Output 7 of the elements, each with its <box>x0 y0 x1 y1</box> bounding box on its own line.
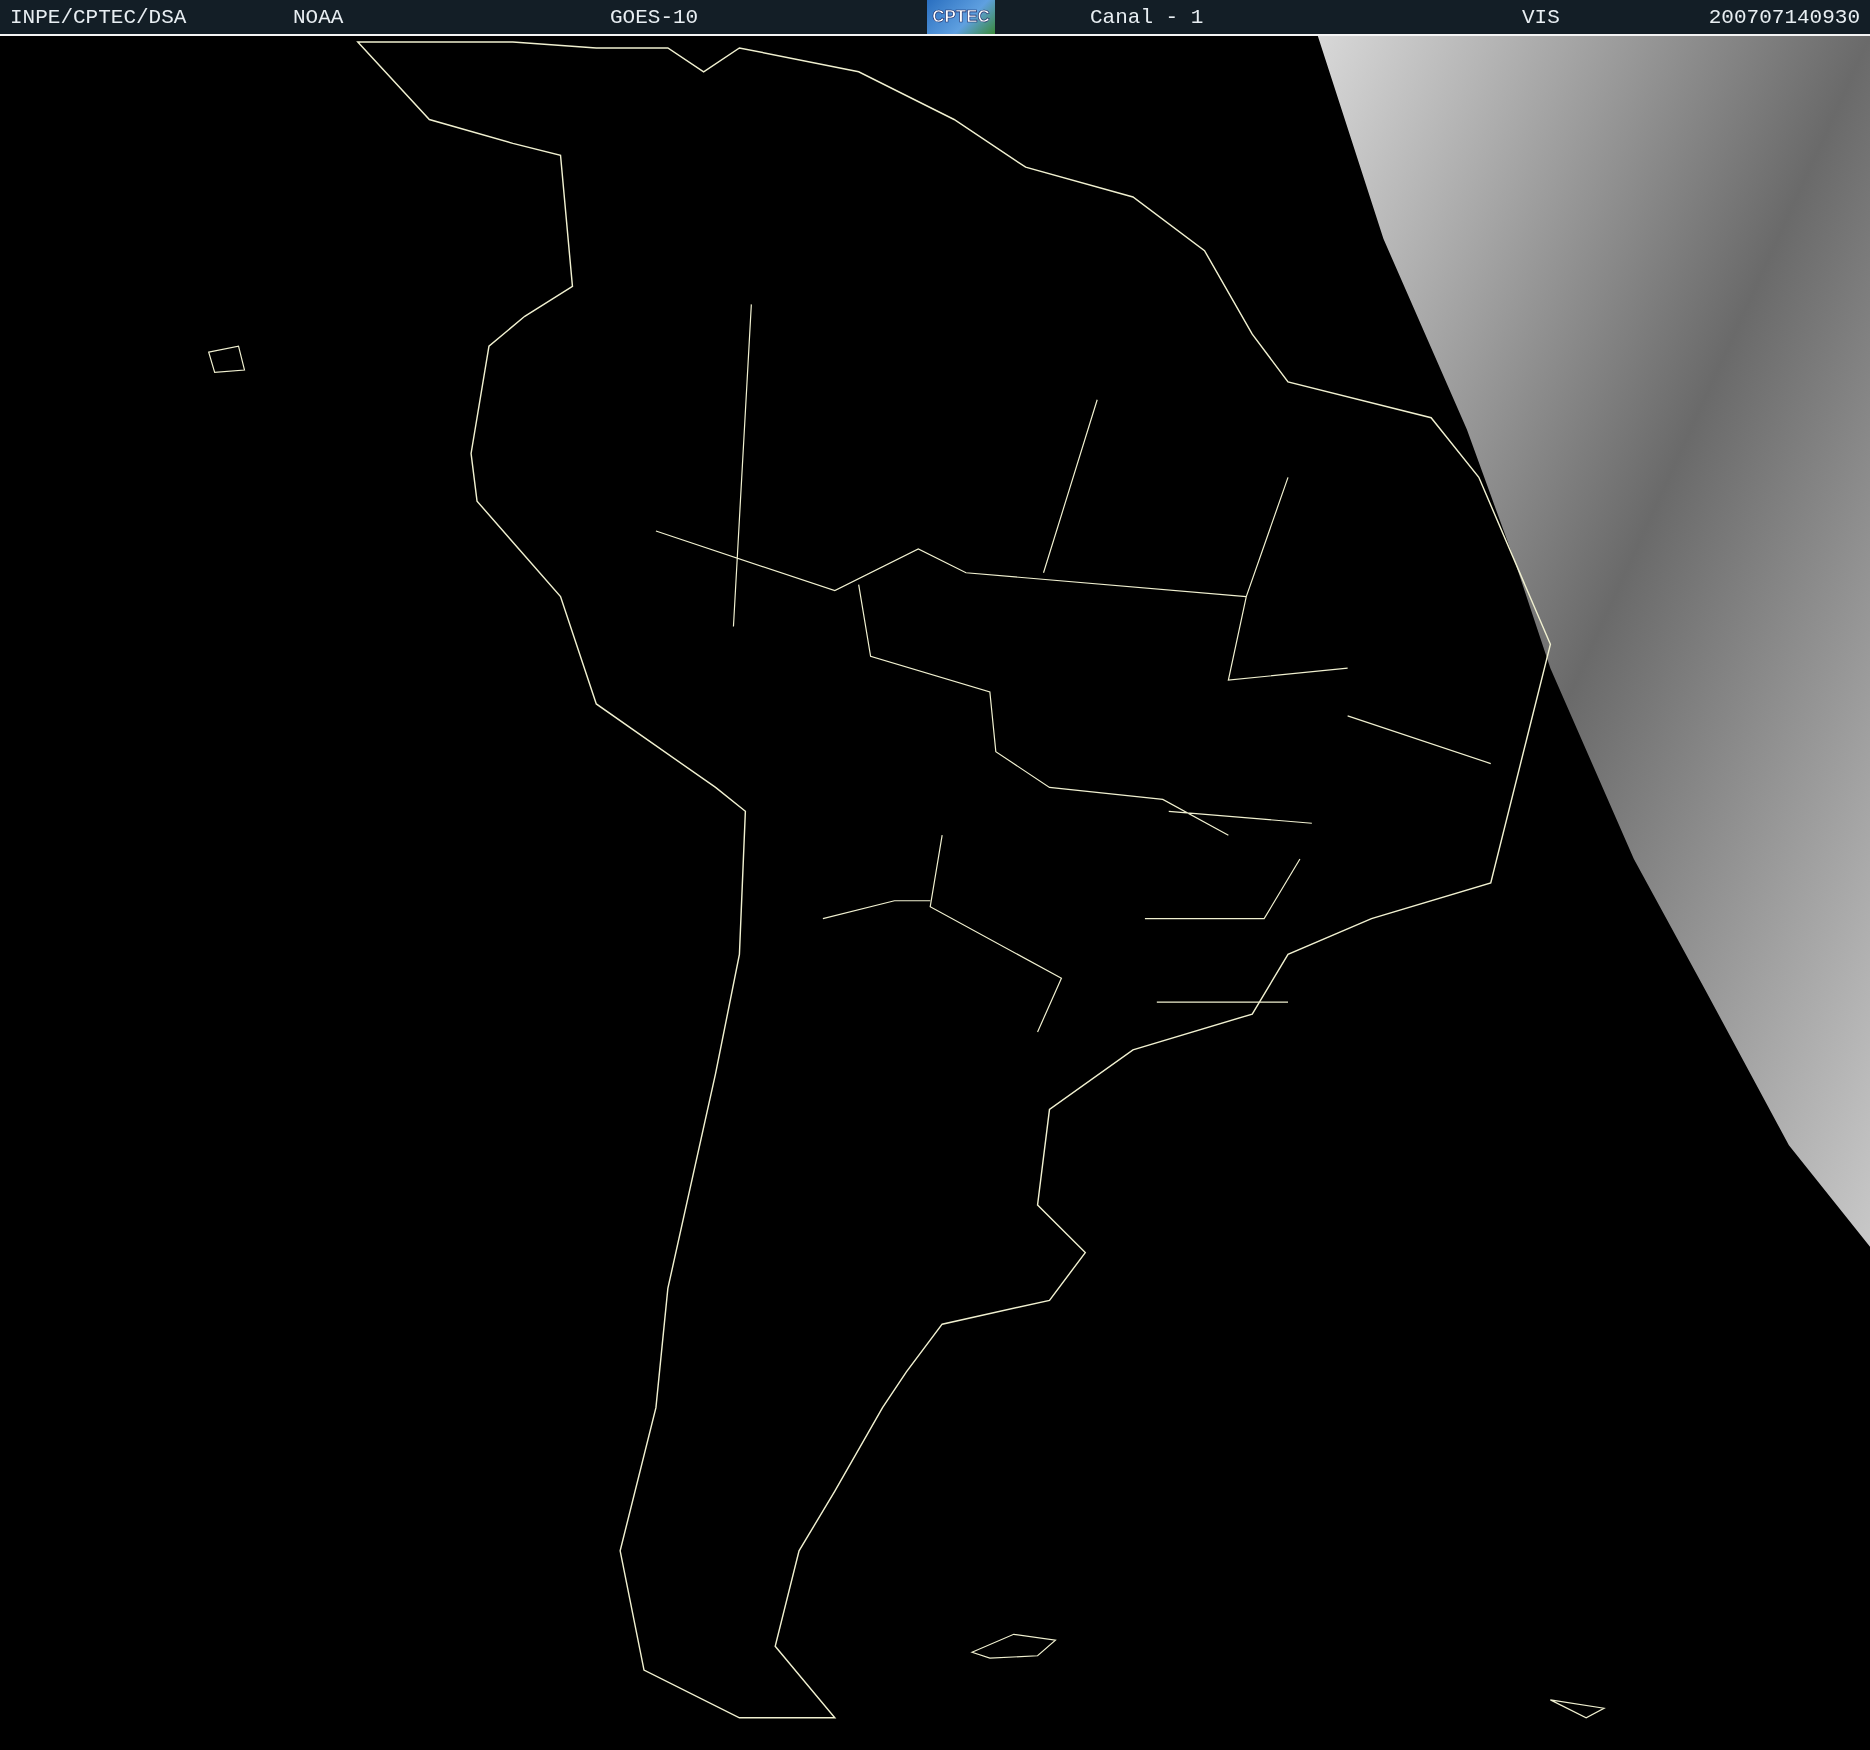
satellite-label: GOES-10 <box>610 5 700 29</box>
band-label: VIS <box>1522 5 1561 29</box>
timestamp-label: 200707140930 <box>1708 5 1860 29</box>
source-label: NOAA <box>293 5 345 29</box>
agency-label: INPE/CPTEC/DSA <box>10 5 188 29</box>
logo: CPTEC <box>927 0 995 34</box>
channel-label: Canal - 1 <box>1090 5 1205 29</box>
